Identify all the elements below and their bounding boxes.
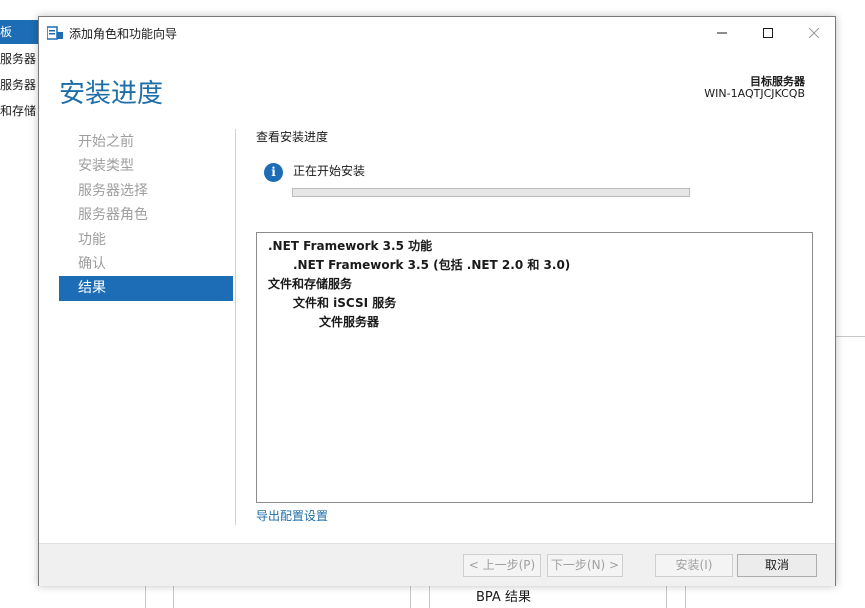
sidebar-item-all-servers[interactable]: 服务器 xyxy=(0,73,40,97)
nav-item-features[interactable]: 功能 xyxy=(59,228,233,252)
maximize-button[interactable] xyxy=(745,17,791,49)
minimize-button[interactable] xyxy=(699,17,745,49)
nav-item-server-roles[interactable]: 服务器角色 xyxy=(59,203,233,227)
cancel-button[interactable]: 取消 xyxy=(737,554,817,577)
export-config-link[interactable]: 导出配置设置 xyxy=(256,507,328,524)
add-roles-wizard-dialog: 添加角色和功能向导 安装进度 目标服务器 WIN-1AQTJCJKCQB 开始之… xyxy=(38,16,836,586)
install-button[interactable]: 安装(I) xyxy=(655,554,733,577)
previous-button[interactable]: < 上一步(P) xyxy=(463,554,541,577)
background-divider xyxy=(410,586,411,608)
background-divider xyxy=(685,586,686,608)
list-item: 文件服务器 xyxy=(319,315,380,329)
maximize-icon xyxy=(763,28,773,38)
list-item: .NET Framework 3.5 (包括 .NET 2.0 和 3.0) xyxy=(293,258,571,272)
server-manager-app-icon xyxy=(47,26,63,40)
list-item: .NET Framework 3.5 功能 xyxy=(268,239,433,253)
close-button[interactable] xyxy=(791,17,837,49)
install-results-list[interactable]: .NET Framework 3.5 功能 .NET Framework 3.5… xyxy=(256,232,813,503)
background-divider xyxy=(429,586,430,608)
install-progress-bar xyxy=(292,188,690,197)
list-item: 文件和存储服务 xyxy=(268,277,353,291)
next-button[interactable]: 下一步(N) > xyxy=(547,554,623,577)
background-divider xyxy=(666,586,667,608)
background-divider xyxy=(173,586,174,608)
minimize-icon xyxy=(717,32,727,34)
close-icon xyxy=(809,28,819,38)
sidebar-item-dashboard[interactable]: 板 xyxy=(0,20,40,44)
nav-divider xyxy=(235,129,236,525)
bpa-results-label[interactable]: BPA 结果 xyxy=(476,586,531,605)
server-manager-sidebar: 板 服务器 服务器 和存储 xyxy=(0,0,40,608)
background-divider xyxy=(145,586,146,608)
nav-item-installation-type[interactable]: 安装类型 xyxy=(59,154,233,178)
info-icon: i xyxy=(264,163,283,182)
nav-item-before-you-begin[interactable]: 开始之前 xyxy=(59,130,233,154)
background-divider xyxy=(836,336,865,337)
title-bar[interactable]: 添加角色和功能向导 xyxy=(39,17,835,49)
wizard-nav: 开始之前 安装类型 服务器选择 服务器角色 功能 确认 结果 xyxy=(59,130,233,301)
window-title: 添加角色和功能向导 xyxy=(69,27,178,41)
nav-item-server-selection[interactable]: 服务器选择 xyxy=(59,179,233,203)
target-server-value: WIN-1AQTJCJKCQB xyxy=(704,87,805,100)
nav-item-results[interactable]: 结果 xyxy=(59,276,233,301)
wizard-footer: < 上一步(P) 下一步(N) > 安装(I) 取消 xyxy=(39,543,835,586)
nav-item-confirmation[interactable]: 确认 xyxy=(59,252,233,276)
page-title: 安装进度 xyxy=(59,79,164,109)
content-heading: 查看安装进度 xyxy=(256,130,329,144)
install-status-text: 正在开始安装 xyxy=(293,164,366,178)
sidebar-item-file-storage[interactable]: 和存储 xyxy=(0,99,40,123)
list-item: 文件和 iSCSI 服务 xyxy=(293,296,397,310)
sidebar-item-local-server[interactable]: 服务器 xyxy=(0,47,40,71)
